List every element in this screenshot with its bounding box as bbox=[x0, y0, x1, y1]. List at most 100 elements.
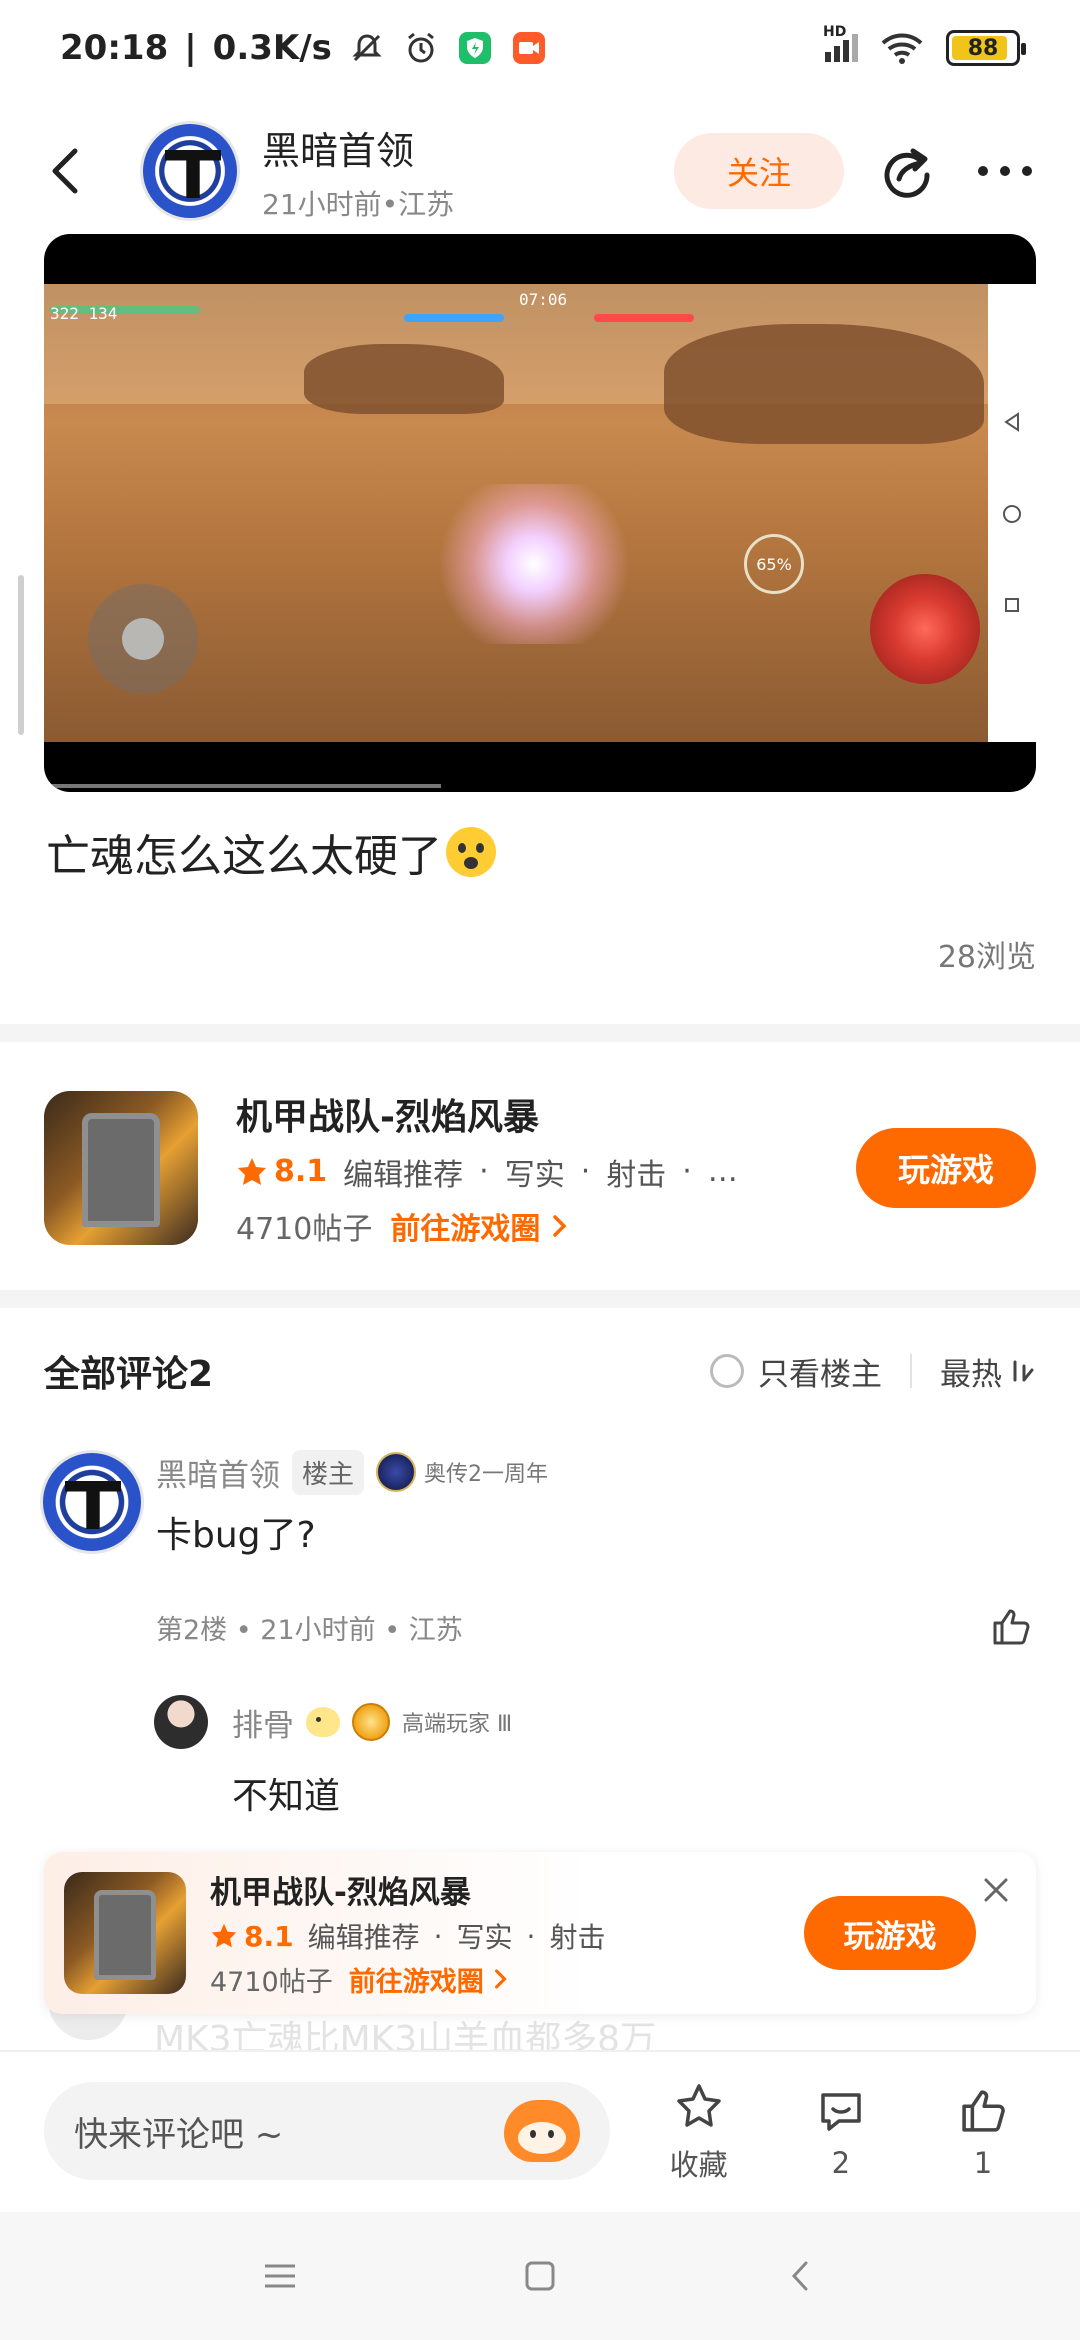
chevron-right-icon bbox=[553, 1214, 567, 1237]
radio-icon[interactable] bbox=[710, 1354, 744, 1388]
game-rating-value: 8.1 bbox=[274, 1154, 328, 1189]
sort-dropdown[interactable]: 最热 bbox=[940, 1349, 1036, 1394]
video-app-icon bbox=[510, 29, 548, 67]
video-hud-bar bbox=[594, 314, 694, 322]
follow-button[interactable]: 关注 bbox=[674, 133, 844, 209]
commenter-medal-badge: 奥传2一周年 bbox=[376, 1452, 548, 1492]
sort-toggle-icon bbox=[1013, 1360, 1034, 1382]
banner-game-rating-value: 8.1 bbox=[244, 1919, 294, 1953]
comment-count: 2 bbox=[831, 2146, 851, 2180]
more-dots-icon bbox=[978, 166, 1032, 176]
avatar-logo-mark bbox=[65, 1481, 121, 1529]
nav-menu-button[interactable] bbox=[255, 2251, 305, 2301]
banner-close-button[interactable] bbox=[978, 1872, 1014, 1908]
post-header: 黑暗首领 21小时前•江苏 关注 bbox=[0, 96, 1080, 246]
chevron-left-icon bbox=[52, 148, 78, 194]
commenter-name[interactable]: 黑暗首领 bbox=[156, 1450, 280, 1495]
author-avatar[interactable] bbox=[140, 121, 240, 221]
author-post-time-location: 21小时前•江苏 bbox=[262, 187, 455, 221]
banner-game-name[interactable]: 机甲战队-烈焰风暴 bbox=[210, 1867, 605, 1912]
reply-body: 排骨 高端玩家 Ⅲ 不知道 bbox=[232, 1695, 512, 1819]
game-icon[interactable] bbox=[44, 1090, 198, 1245]
banner-game-rating: 8.1 bbox=[210, 1920, 294, 1953]
game-tag: 写实 bbox=[504, 1157, 565, 1193]
only-op-toggle[interactable]: 只看楼主 bbox=[710, 1349, 882, 1394]
only-op-label: 只看楼主 bbox=[758, 1356, 882, 1393]
video-game-score: 322 134 bbox=[50, 304, 118, 323]
share-button[interactable] bbox=[872, 136, 942, 206]
comment-text: 卡bug了? bbox=[156, 1515, 316, 1556]
bottom-action-bar: 快来评论吧 ~ 收藏 2 1 bbox=[0, 2050, 1080, 2210]
battery-indicator: 88 bbox=[946, 30, 1026, 66]
tag-dot: · bbox=[682, 1154, 692, 1189]
post-title: 亡魂怎么这么太硬了 bbox=[46, 820, 496, 884]
tag-dot: · bbox=[433, 1919, 443, 1953]
replier-medal-label: 高端玩家 Ⅲ bbox=[402, 1712, 513, 1737]
video-joystick-knob bbox=[122, 618, 164, 660]
replier-avatar[interactable] bbox=[154, 1695, 208, 1749]
favorite-button[interactable]: 收藏 bbox=[646, 2078, 752, 2184]
banner-goto-game-circle-link[interactable]: 前往游戏圈 bbox=[349, 1960, 509, 1999]
goto-game-circle-link[interactable]: 前往游戏圈 bbox=[390, 1204, 568, 1248]
banner-play-game-button[interactable]: 玩游戏 bbox=[804, 1896, 976, 1970]
signal-icon: HD bbox=[823, 24, 858, 62]
medal-icon bbox=[352, 1703, 390, 1741]
game-tags: 8.1 编辑推荐 · 写实 · 射击 · … bbox=[236, 1150, 738, 1194]
sort-separator bbox=[910, 1354, 912, 1388]
video-joystick bbox=[88, 584, 198, 694]
comment-input[interactable]: 快来评论吧 ~ bbox=[44, 2082, 610, 2180]
game-icon-mech bbox=[82, 1112, 160, 1227]
banner-game-meta: 4710帖子 前往游戏圈 bbox=[210, 1960, 605, 1999]
banner-game-icon[interactable] bbox=[64, 1872, 186, 1994]
game-name[interactable]: 机甲战队-烈焰风暴 bbox=[236, 1088, 738, 1140]
bell-muted-icon bbox=[348, 29, 386, 67]
mascot-emoji-icon[interactable] bbox=[503, 2100, 580, 2162]
nav-back-button[interactable] bbox=[775, 2251, 825, 2301]
comment-bubble-icon bbox=[812, 2082, 870, 2140]
banner-game-info: 机甲战队-烈焰风暴 8.1 编辑推荐 · 写实 · 射击 4710帖子 前往游戏… bbox=[210, 1867, 605, 1999]
section-divider bbox=[0, 1024, 1080, 1042]
comments-header: 全部评论2 只看楼主 最热 bbox=[44, 1345, 1036, 1397]
comment-like-button[interactable] bbox=[986, 1602, 1036, 1652]
game-tags-more: … bbox=[707, 1154, 738, 1189]
status-right: HD 88 bbox=[823, 24, 1026, 67]
floating-game-banner[interactable]: 机甲战队-烈焰风暴 8.1 编辑推荐 · 写实 · 射击 4710帖子 前往游戏… bbox=[44, 1852, 1036, 2014]
goto-game-circle-label: 前往游戏圈 bbox=[390, 1211, 541, 1247]
status-separator: | bbox=[184, 28, 197, 68]
op-badge: 楼主 bbox=[292, 1449, 365, 1495]
nav-home-button[interactable] bbox=[515, 2251, 565, 2301]
post-title-text: 亡魂怎么这么太硬了 bbox=[46, 831, 442, 882]
video-player[interactable]: 07:06 322 134 65% bbox=[44, 234, 1036, 792]
game-card[interactable]: 机甲战队-烈焰风暴 8.1 编辑推荐 · 写实 · 射击 · … 4710帖子 … bbox=[44, 1088, 1036, 1248]
tag-dot: · bbox=[479, 1154, 489, 1189]
comments-button[interactable]: 2 bbox=[788, 2082, 894, 2180]
banner-game-post-count: 4710帖子 bbox=[210, 1967, 333, 1998]
video-frame[interactable]: 07:06 322 134 65% bbox=[44, 284, 988, 742]
square-recents-icon bbox=[1005, 598, 1019, 612]
star-outline-icon bbox=[670, 2078, 728, 2136]
status-left: 20:18 | 0.3K/s bbox=[60, 28, 548, 68]
star-icon bbox=[211, 1923, 237, 1948]
chevron-right-icon bbox=[495, 1969, 507, 1989]
tag-dot: · bbox=[526, 1919, 536, 1953]
game-rating: 8.1 bbox=[236, 1154, 327, 1189]
game-tag: 射击 bbox=[606, 1157, 667, 1193]
scroll-indicator bbox=[18, 575, 24, 735]
back-button[interactable] bbox=[40, 146, 90, 196]
banner-game-tag: 编辑推荐 bbox=[307, 1921, 420, 1954]
wifi-icon bbox=[878, 29, 926, 67]
commenter-medal-label: 奥传2一周年 bbox=[424, 1462, 549, 1487]
replier-name[interactable]: 排骨 bbox=[232, 1700, 294, 1745]
banner-game-tags: 8.1 编辑推荐 · 写实 · 射击 bbox=[210, 1916, 605, 1956]
hd-label: HD bbox=[823, 24, 847, 40]
video-progress-bar[interactable] bbox=[44, 784, 441, 788]
play-game-button[interactable]: 玩游戏 bbox=[856, 1127, 1036, 1208]
status-time: 20:18 bbox=[60, 28, 169, 68]
like-button[interactable]: 1 bbox=[930, 2082, 1036, 2180]
commenter-avatar[interactable] bbox=[40, 1450, 144, 1554]
video-side-nav bbox=[988, 284, 1036, 742]
more-options-button[interactable] bbox=[970, 136, 1040, 206]
author-name[interactable]: 黑暗首领 bbox=[262, 120, 454, 175]
system-nav-bar bbox=[0, 2212, 1080, 2340]
banner-game-tag: 写实 bbox=[456, 1921, 513, 1954]
